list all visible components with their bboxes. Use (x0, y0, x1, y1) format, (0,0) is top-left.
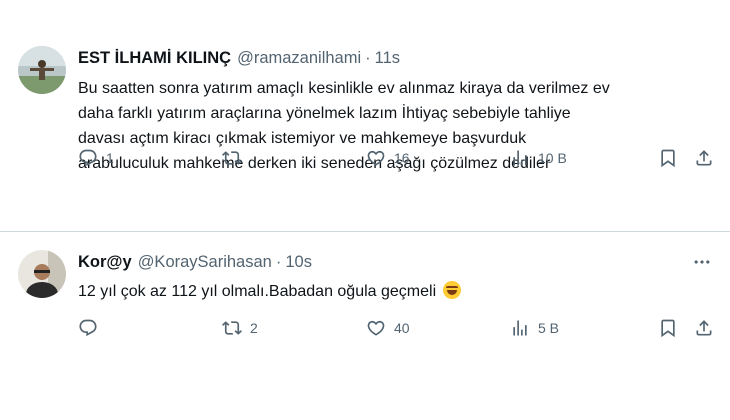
tweet[interactable]: EST İLHAMİ KILINÇ @ramazanilhami · 11s B… (0, 0, 730, 232)
like-count: 16 (394, 150, 410, 166)
bookmark-button[interactable] (658, 146, 678, 170)
reply-count: 1 (106, 150, 114, 166)
bookmark-icon (661, 319, 675, 338)
more-icon (694, 260, 710, 264)
action-bar: 1 16 10 B (78, 146, 714, 170)
view-count: 10 B (538, 150, 567, 166)
tweet-content: Kor@y @KoraySarihasan · 10s 12 yıl çok a… (78, 250, 714, 304)
bookmark-button[interactable] (658, 316, 678, 340)
retweet-icon (222, 321, 242, 335)
more-options-button[interactable] (690, 250, 714, 274)
retweet-button[interactable] (222, 146, 250, 170)
retweet-count: 2 (250, 320, 258, 336)
views-button[interactable]: 5 B (510, 316, 559, 340)
view-count: 5 B (538, 320, 560, 336)
tweet-text-line: 12 yıl çok az 112 yıl olmalı.Babadan oğu… (78, 279, 714, 304)
reply-button[interactable]: 1 (78, 146, 114, 170)
like-button[interactable]: 40 (366, 316, 410, 340)
timestamp[interactable]: 11s (375, 49, 400, 68)
tweet[interactable]: Kor@y @KoraySarihasan · 10s 12 yıl çok a… (0, 232, 730, 420)
timestamp[interactable]: 10s (285, 253, 312, 272)
tweet-text: 12 yıl çok az 112 yıl olmalı.Babadan oğu… (78, 283, 437, 300)
user-handle[interactable]: @KoraySarihasan (138, 253, 272, 272)
retweet-button[interactable]: 2 (222, 316, 258, 340)
like-icon (367, 320, 385, 336)
tweet-feed: EST İLHAMİ KILINÇ @ramazanilhami · 11s B… (0, 0, 730, 420)
like-icon (367, 150, 385, 166)
retweet-icon (222, 151, 242, 165)
user-handle[interactable]: @ramazanilhami (237, 49, 361, 68)
reply-icon (79, 149, 97, 167)
views-icon (513, 320, 527, 336)
tweet-header: EST İLHAMİ KILINÇ @ramazanilhami · 11s (78, 46, 714, 70)
like-button[interactable]: 16 (366, 146, 410, 170)
separator: · (365, 48, 371, 67)
share-button[interactable] (694, 316, 714, 340)
action-bar: 2 40 5 B (78, 316, 714, 340)
bookmark-icon (661, 149, 675, 168)
tweet-header: Kor@y @KoraySarihasan · 10s (78, 250, 714, 274)
like-count: 40 (394, 320, 410, 336)
share-button[interactable] (694, 146, 714, 170)
share-icon (696, 150, 712, 166)
reply-icon (79, 319, 97, 337)
display-name[interactable]: EST İLHAMİ KILINÇ (78, 49, 231, 68)
display-name[interactable]: Kor@y (78, 253, 132, 272)
reply-button[interactable] (78, 316, 106, 340)
separator: · (275, 252, 282, 271)
share-icon (696, 320, 712, 336)
views-button[interactable]: 10 B (510, 146, 567, 170)
avatar[interactable] (18, 46, 66, 94)
avatar[interactable] (18, 250, 66, 298)
rolling-laughing-emoji (442, 281, 461, 299)
views-icon (513, 150, 527, 166)
